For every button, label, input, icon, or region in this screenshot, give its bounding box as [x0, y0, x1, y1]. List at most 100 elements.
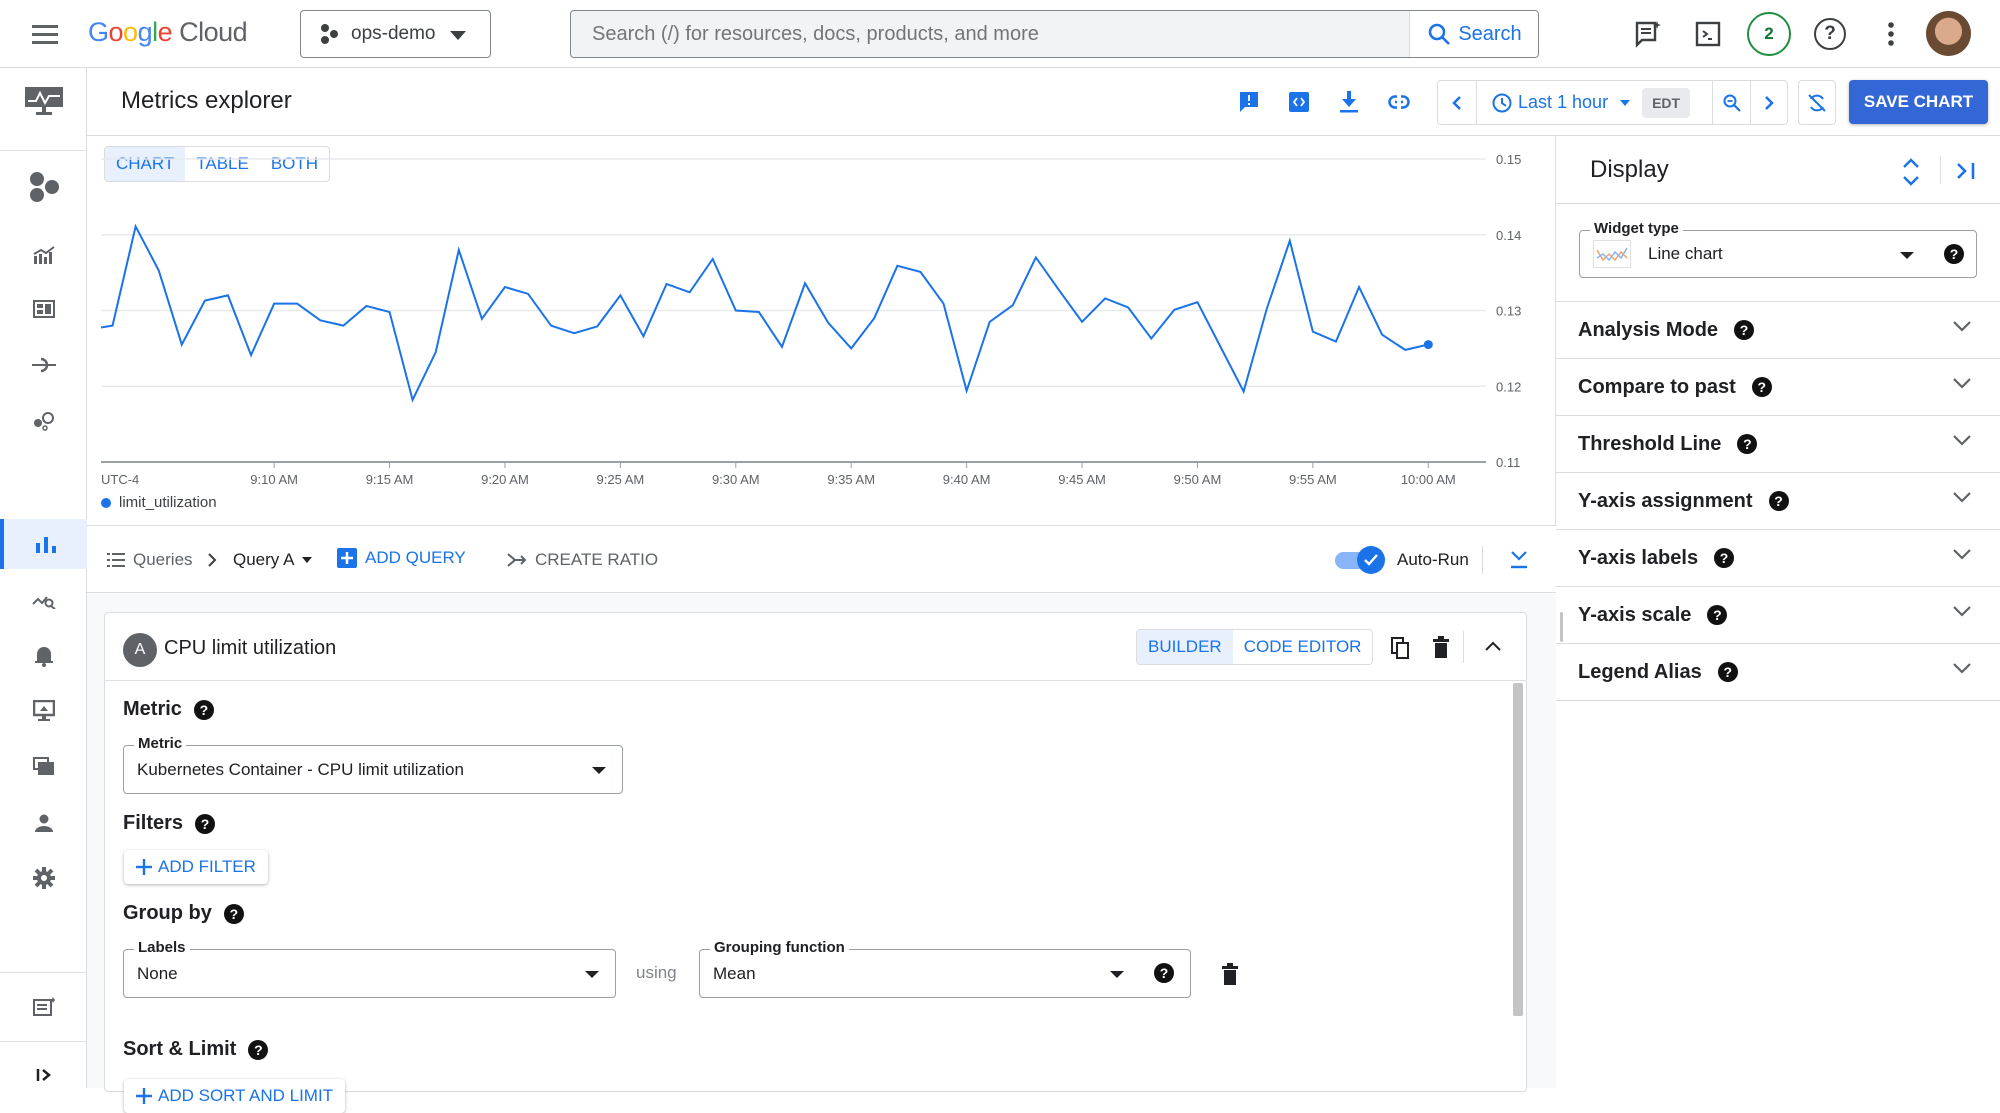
panel-resize-handle[interactable]	[1560, 612, 1563, 642]
metric-select[interactable]: Metric Kubernetes Container - CPU limit …	[123, 735, 623, 794]
chevron-right-icon	[1765, 95, 1774, 110]
display-section-analysis-mode[interactable]: Analysis Mode?	[1556, 302, 2000, 359]
chevron-down-icon	[1953, 492, 1971, 503]
add-query-button[interactable]: ADD QUERY	[337, 548, 466, 568]
collapse-right-icon[interactable]	[1956, 162, 1976, 180]
grouping-field-label: Grouping function	[710, 939, 849, 956]
help-icon[interactable]: ?	[1154, 963, 1174, 983]
nav-synthetic-monitoring[interactable]	[0, 742, 87, 792]
delete-icon[interactable]	[1433, 636, 1449, 658]
create-ratio-label: CREATE RATIO	[535, 550, 659, 569]
filters-heading: Filters?	[123, 812, 216, 835]
delete-group-by-icon[interactable]	[1222, 963, 1238, 985]
metric-value: Kubernetes Container - CPU limit utiliza…	[137, 759, 464, 779]
add-sort-limit-label: ADD SORT AND LIMIT	[158, 1086, 334, 1105]
add-sort-limit-button[interactable]: ADD SORT AND LIMIT	[124, 1079, 346, 1113]
help-icon[interactable]: ?	[1944, 244, 1964, 264]
widget-type-value: Line chart	[1648, 244, 1723, 263]
help-icon[interactable]: ?	[248, 1039, 269, 1060]
gear-icon	[32, 867, 55, 889]
nav-logs-explorer[interactable]	[0, 575, 87, 625]
x-tick-label: 9:20 AM	[481, 472, 529, 487]
expand-icon	[36, 1069, 51, 1081]
notifications-badge[interactable]: 2	[1747, 12, 1791, 56]
display-section-y-axis-scale[interactable]: Y-axis scale?	[1556, 587, 2000, 644]
display-section-legend-alias[interactable]: Legend Alias?	[1556, 644, 2000, 701]
help-icon[interactable]: ?	[193, 699, 214, 720]
expand-nav-button[interactable]	[0, 1050, 87, 1100]
labels-select[interactable]: Labels None	[123, 939, 616, 998]
auto-refresh-toggle[interactable]	[1798, 80, 1836, 125]
chevron-down-icon	[585, 971, 599, 978]
zoom-out-icon	[1723, 94, 1741, 112]
save-chart-button[interactable]: SAVE CHART	[1849, 80, 1988, 124]
tab-builder[interactable]: BUILDER	[1137, 630, 1233, 664]
user-avatar[interactable]	[1926, 11, 1971, 56]
chart-legend[interactable]: limit_utilization	[101, 494, 217, 511]
collapse-panel-icon[interactable]	[1510, 550, 1528, 570]
chevron-up-icon[interactable]	[1485, 641, 1501, 651]
query-insights-icon	[31, 596, 56, 609]
display-section-y-axis-labels[interactable]: Y-axis labels?	[1556, 530, 2000, 587]
help-icon[interactable]: ?	[195, 813, 216, 834]
x-tick-label: 9:35 AM	[827, 472, 875, 487]
unfold-icon[interactable]	[1902, 158, 1920, 186]
section-label: Y-axis assignment	[1578, 489, 1753, 512]
display-section-y-axis-assignment[interactable]: Y-axis assignment?	[1556, 473, 2000, 530]
help-icon[interactable]: ?	[1714, 548, 1735, 568]
zoom-out-button[interactable]	[1713, 81, 1751, 124]
duplicate-icon[interactable]	[1391, 637, 1409, 659]
display-section-compare-to-past[interactable]: Compare to past?	[1556, 359, 2000, 416]
help-icon[interactable]: ?	[1768, 491, 1789, 511]
sort-limit-heading: Sort & Limit?	[123, 1038, 269, 1061]
timezone-badge[interactable]: EDT	[1642, 87, 1691, 118]
help-icon[interactable]: ?	[1751, 377, 1772, 397]
help-icon[interactable]: ?	[223, 903, 244, 924]
help-icon[interactable]: ?	[1814, 18, 1846, 50]
plus-icon	[136, 859, 152, 875]
cloud-shell-icon[interactable]	[1691, 17, 1725, 51]
nav-metrics-explorer[interactable]	[0, 519, 87, 569]
add-filter-button[interactable]: ADD FILTER	[124, 850, 268, 884]
auto-run-label: Auto-Run	[1397, 550, 1469, 569]
list-icon	[107, 553, 125, 567]
scrollbar[interactable]	[1513, 683, 1523, 1016]
x-tick-label: 9:15 AM	[366, 472, 414, 487]
line-chart[interactable]: 0.15 0.14 0.13 0.12 0.11 UTC-4 9:10 AM 9:15 AM 9…	[0, 0, 1556, 525]
auto-run-toggle[interactable]	[1335, 546, 1385, 574]
query-selector-label: Query A	[233, 550, 295, 569]
chevron-right-icon	[208, 553, 217, 567]
help-icon[interactable]: ?	[1717, 662, 1738, 682]
create-ratio-button[interactable]: CREATE RATIO	[507, 550, 658, 570]
bar-chart-icon	[35, 537, 56, 553]
nav-groups[interactable]	[0, 798, 87, 848]
queries-link[interactable]: Queries	[107, 550, 193, 570]
nav-release-notes[interactable]	[0, 972, 87, 1042]
nav-alerting[interactable]	[0, 631, 87, 681]
x-tick-label: 9:55 AM	[1289, 472, 1337, 487]
widget-type-select[interactable]: Widget type Line chart ?	[1579, 220, 1977, 278]
person-icon	[34, 814, 53, 832]
section-label: Legend Alias	[1578, 660, 1702, 683]
help-icon[interactable]: ?	[1707, 605, 1728, 625]
x-tick-label: 9:50 AM	[1174, 472, 1222, 487]
add-query-label: ADD QUERY	[365, 548, 466, 567]
grouping-function-select[interactable]: Grouping function Mean ?	[699, 939, 1191, 998]
more-vert-icon[interactable]	[1880, 20, 1902, 48]
query-title[interactable]: CPU limit utilization	[164, 637, 336, 660]
query-selector[interactable]: Query A	[233, 550, 313, 570]
help-icon[interactable]: ?	[1734, 320, 1755, 340]
x-tick-label: 9:40 AM	[943, 472, 991, 487]
filters-heading-label: Filters	[123, 812, 184, 834]
gemini-chat-icon[interactable]	[1631, 17, 1665, 51]
display-section-threshold-line[interactable]: Threshold Line?	[1556, 416, 2000, 473]
tab-code-editor[interactable]: CODE EDITOR	[1233, 630, 1373, 664]
help-icon[interactable]: ?	[1737, 434, 1758, 454]
y-tick-label: 0.12	[1496, 379, 1521, 394]
section-label: Y-axis labels	[1578, 546, 1699, 569]
add-filter-label: ADD FILTER	[158, 857, 256, 876]
series-line	[101, 223, 1429, 403]
nav-settings[interactable]	[0, 853, 87, 903]
nav-uptime-checks[interactable]	[0, 686, 87, 736]
next-time-button[interactable]	[1751, 81, 1787, 124]
